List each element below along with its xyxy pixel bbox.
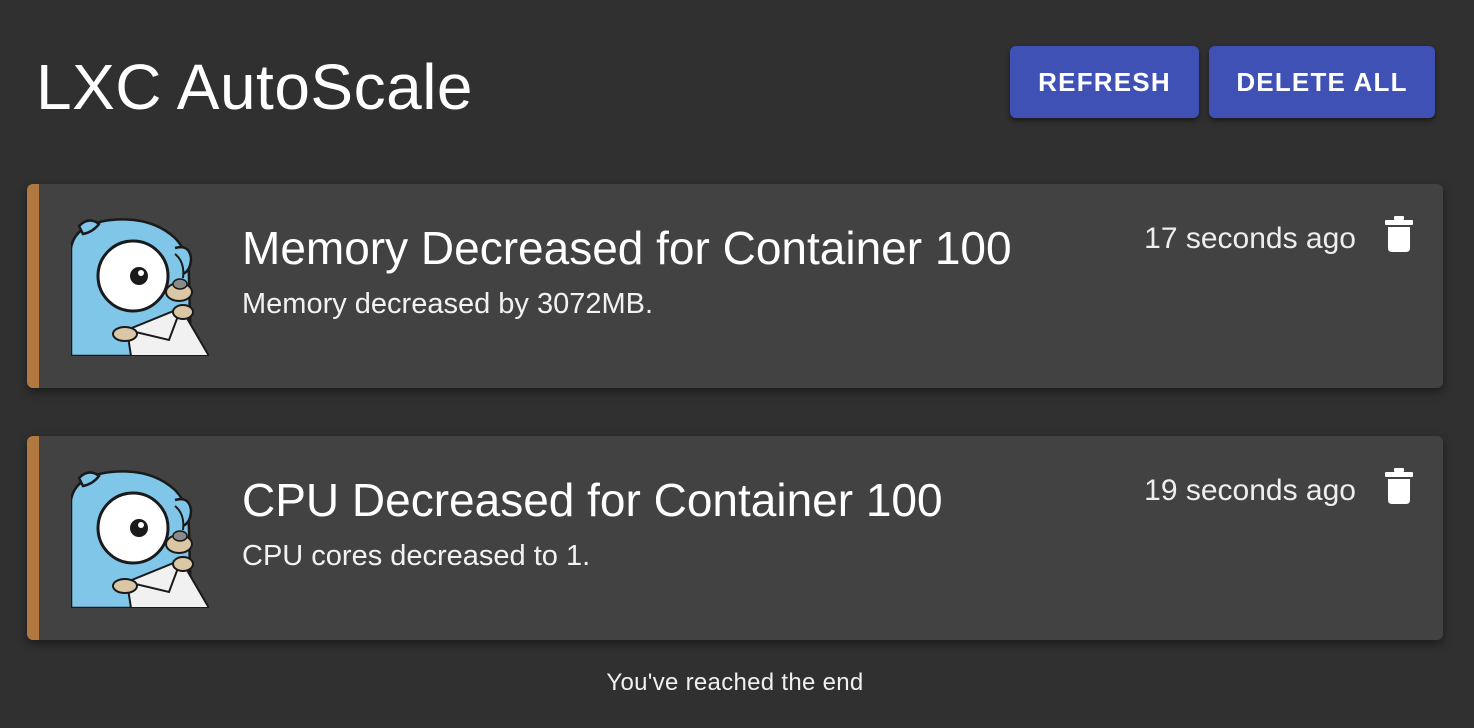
notification-card: Memory Decreased for Container 100 Memor… <box>27 184 1443 388</box>
gopher-mascot-icon <box>71 470 209 608</box>
refresh-button[interactable]: REFRESH <box>1010 46 1199 118</box>
delete-notification-button[interactable] <box>1375 462 1423 510</box>
delete-all-button[interactable]: DELETE ALL <box>1209 46 1435 118</box>
end-of-list-message: You've reached the end <box>606 669 864 696</box>
trash-icon <box>1385 216 1413 252</box>
notification-timestamp: 19 seconds ago <box>1144 474 1356 507</box>
notification-list: Memory Decreased for Container 100 Memor… <box>27 184 1443 688</box>
notification-timestamp: 17 seconds ago <box>1144 222 1356 255</box>
page-title: LXC AutoScale <box>36 51 473 123</box>
gopher-mascot-icon <box>71 218 209 356</box>
trash-icon <box>1385 468 1413 504</box>
notification-message: CPU cores decreased to 1. <box>242 540 591 572</box>
notification-message: Memory decreased by 3072MB. <box>242 288 654 320</box>
notification-card: CPU Decreased for Container 100 CPU core… <box>27 436 1443 640</box>
notification-title: CPU Decreased for Container 100 <box>242 474 943 526</box>
delete-notification-button[interactable] <box>1375 210 1423 258</box>
header-actions: REFRESH DELETE ALL <box>1010 46 1435 118</box>
notification-title: Memory Decreased for Container 100 <box>242 222 1012 274</box>
